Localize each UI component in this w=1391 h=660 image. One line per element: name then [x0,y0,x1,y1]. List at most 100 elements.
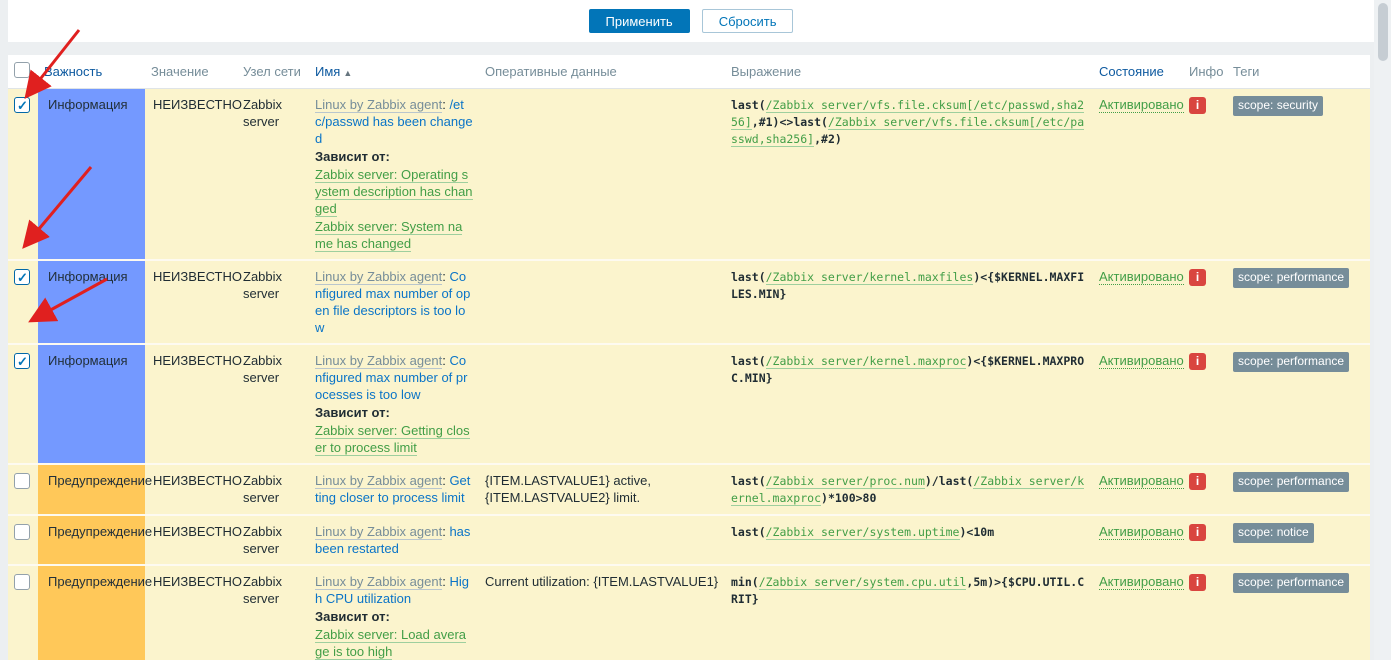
trigger-name-cell: Linux by Zabbix agent: /etc/passwd has b… [309,88,479,260]
expression-cell: min(/Zabbix server/system.cpu.util,5m)>{… [725,565,1093,660]
row-checkbox[interactable] [14,574,30,590]
header-status: Состояние [1093,55,1183,88]
select-all-checkbox[interactable] [14,62,30,78]
expression-text: last( [731,270,766,284]
info-cell: i [1183,260,1227,344]
dependency-link[interactable]: Zabbix server: Load average is too high [315,627,466,660]
operational-data-cell: Current utilization: {ITEM.LASTVALUE1} [479,565,725,660]
row-checkbox[interactable] [14,353,30,369]
header-severity: Важность [38,55,145,88]
row-checkbox[interactable] [14,269,30,285]
info-icon[interactable]: i [1189,524,1206,541]
status-link[interactable]: Активировано [1099,353,1184,369]
tags-cell: scope: performance [1227,260,1370,344]
table-row: Предупреждение НЕИЗВЕСТНО Zabbix server … [8,464,1370,515]
info-cell: i [1183,515,1227,565]
table-row: Предупреждение НЕИЗВЕСТНО Zabbix server … [8,565,1370,660]
tag-badge: scope: performance [1233,352,1349,372]
zabbix-triggers-page: Применить Сбросить Важность Значение У [0,0,1391,660]
template-link[interactable]: Linux by Zabbix agent [315,353,442,369]
dependency-link[interactable]: Zabbix server: Operating system descript… [315,167,473,217]
trigger-name-cell: Linux by Zabbix agent: High CPU utilizat… [309,565,479,660]
reset-button[interactable]: Сбросить [702,9,794,33]
status-link[interactable]: Активировано [1099,269,1184,285]
expression-cell: last(/Zabbix server/kernel.maxfiles)<{$K… [725,260,1093,344]
template-link[interactable]: Linux by Zabbix agent [315,473,442,489]
info-icon[interactable]: i [1189,353,1206,370]
operational-data-cell [479,344,725,464]
expression-text: last( [731,525,766,539]
operational-data-cell [479,515,725,565]
expression-text: ,#1)<>last( [752,115,828,129]
row-checkbox[interactable] [14,97,30,113]
apply-button[interactable]: Применить [589,9,690,33]
row-checkbox[interactable] [14,473,30,489]
expression-text: min( [731,575,759,589]
triggers-table-wrap: Важность Значение Узел сети Имя▲ Операти… [8,55,1374,660]
value-cell: НЕИЗВЕСТНО [145,88,237,260]
status-link[interactable]: Активировано [1099,524,1184,540]
severity-cell: Предупреждение [38,565,145,660]
vertical-scrollbar-thumb[interactable] [1378,3,1388,61]
row-checkbox[interactable] [14,524,30,540]
status-cell: Активировано [1093,464,1183,515]
header-value: Значение [145,55,237,88]
status-cell: Активировано [1093,260,1183,344]
host-link[interactable]: Zabbix server [243,97,282,129]
template-link[interactable]: Linux by Zabbix agent [315,97,442,113]
header-opdata: Оперативные данные [479,55,725,88]
row-select-cell [8,565,38,660]
expression-item-link[interactable]: /Zabbix server/system.cpu.util [759,575,967,590]
dependency-link[interactable]: Zabbix server: Getting closer to process… [315,423,470,456]
tags-cell: scope: performance [1227,464,1370,515]
template-link[interactable]: Linux by Zabbix agent [315,269,442,285]
status-link[interactable]: Активировано [1099,574,1184,590]
status-link[interactable]: Активировано [1099,97,1184,113]
value-cell: НЕИЗВЕСТНО [145,260,237,344]
value-cell: НЕИЗВЕСТНО [145,565,237,660]
host-link[interactable]: Zabbix server [243,574,282,606]
operational-data-cell [479,88,725,260]
header-tags: Теги [1227,55,1370,88]
status-cell: Активировано [1093,565,1183,660]
severity-cell: Информация [38,344,145,464]
info-cell: i [1183,344,1227,464]
sort-name-link[interactable]: Имя [315,64,340,79]
tags-cell: scope: security [1227,88,1370,260]
depends-on-label: Зависит от: [315,148,473,165]
dependency-link[interactable]: Zabbix server: System name has changed [315,219,462,252]
header-name: Имя▲ [309,55,479,88]
expression-item-link[interactable]: /Zabbix server/system.uptime [766,525,960,540]
expression-text: last( [731,354,766,368]
severity-cell: Информация [38,260,145,344]
depends-on-label: Зависит от: [315,404,473,421]
row-select-cell [8,88,38,260]
template-link[interactable]: Linux by Zabbix agent [315,574,442,590]
info-icon[interactable]: i [1189,473,1206,490]
vertical-scrollbar-track[interactable] [1374,0,1391,660]
status-link[interactable]: Активировано [1099,473,1184,489]
sort-status-link[interactable]: Состояние [1099,64,1164,79]
expression-item-link[interactable]: /Zabbix server/kernel.maxfiles [766,270,974,285]
host-link[interactable]: Zabbix server [243,524,282,556]
status-cell: Активировано [1093,515,1183,565]
expression-text: )*100>80 [821,491,876,505]
operational-data-cell [479,260,725,344]
expression-text: )/last( [925,474,973,488]
host-link[interactable]: Zabbix server [243,353,282,385]
host-cell: Zabbix server [237,88,309,260]
info-icon[interactable]: i [1189,97,1206,114]
info-icon[interactable]: i [1189,574,1206,591]
row-select-cell [8,344,38,464]
host-link[interactable]: Zabbix server [243,269,282,301]
info-icon[interactable]: i [1189,269,1206,286]
severity-cell: Информация [38,88,145,260]
tag-badge: scope: performance [1233,268,1349,288]
severity-cell: Предупреждение [38,515,145,565]
expression-item-link[interactable]: /Zabbix server/kernel.maxproc [766,354,967,369]
template-link[interactable]: Linux by Zabbix agent [315,524,442,540]
tag-badge: scope: security [1233,96,1323,116]
sort-severity-link[interactable]: Важность [44,64,102,79]
expression-item-link[interactable]: /Zabbix server/proc.num [766,474,925,489]
host-link[interactable]: Zabbix server [243,473,282,505]
